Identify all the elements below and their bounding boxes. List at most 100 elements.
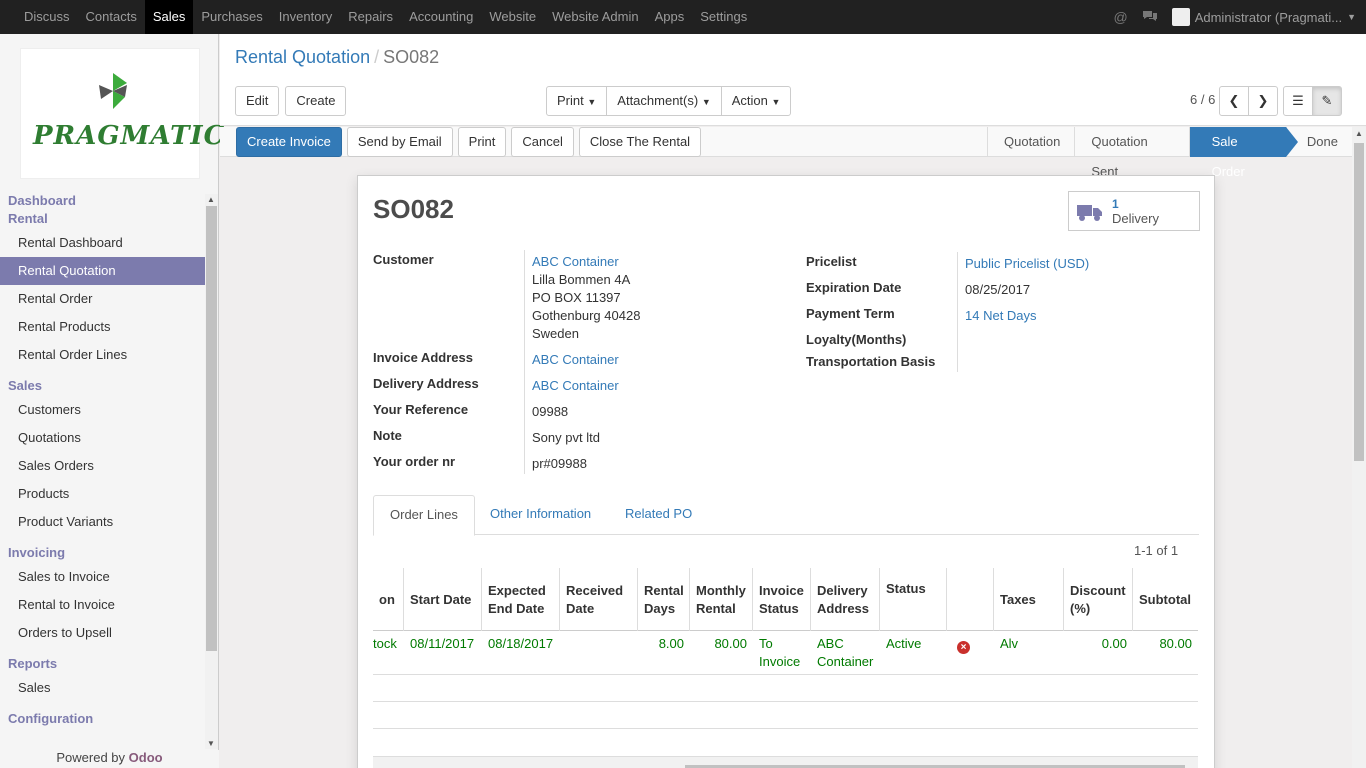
table-cell[interactable]: 8.00 (638, 631, 690, 675)
scroll-down-icon[interactable]: ▼ (207, 739, 215, 748)
breadcrumb-parent[interactable]: Rental Quotation (235, 47, 370, 67)
customer-link[interactable]: ABC Container (532, 254, 619, 269)
scrollbar-thumb[interactable] (1354, 143, 1364, 461)
sidebar-header-sales[interactable]: Sales (0, 378, 205, 393)
sidebar-header-rental[interactable]: Rental (0, 211, 205, 226)
create-button[interactable]: Create (285, 86, 347, 116)
sidebar-item-quotations[interactable]: Quotations (0, 424, 205, 452)
pricelist-link[interactable]: Public Pricelist (USD) (965, 256, 1089, 271)
create-invoice-button[interactable]: Create Invoice (236, 127, 342, 157)
sidebar-item-reports-sales[interactable]: Sales (0, 674, 205, 702)
powered-by-brand[interactable]: Odoo (129, 750, 163, 765)
menu-repairs[interactable]: Repairs (340, 0, 401, 34)
table-cell[interactable] (560, 631, 638, 675)
sidebar-item-product-variants[interactable]: Product Variants (0, 508, 205, 536)
table-cell[interactable]: tock (373, 631, 404, 675)
cancel-button[interactable]: Cancel (511, 127, 574, 157)
at-icon[interactable]: @ (1113, 9, 1127, 25)
column-header[interactable]: on (373, 568, 404, 631)
tab-related-po[interactable]: Related PO (609, 495, 708, 535)
stage-quotation[interactable]: Quotation (987, 127, 1074, 157)
edit-button[interactable]: Edit (235, 86, 280, 116)
column-header[interactable]: Delivery Address (811, 568, 880, 631)
sidebar-scrollbar[interactable]: ▲ ▼ (205, 194, 218, 749)
table-horizontal-scrollbar[interactable] (373, 756, 1198, 768)
payment-term-link[interactable]: 14 Net Days (965, 308, 1037, 323)
menu-purchases[interactable]: Purchases (193, 0, 270, 34)
delivery-address-link[interactable]: ABC Container (532, 378, 619, 393)
action-dropdown[interactable]: Action ▼ (720, 86, 792, 116)
menu-website-admin[interactable]: Website Admin (544, 0, 646, 34)
list-view-button[interactable]: ☰ (1283, 86, 1313, 116)
menu-contacts[interactable]: Contacts (78, 0, 145, 34)
table-cell[interactable]: 08/18/2017 (482, 631, 560, 675)
menu-apps[interactable]: Apps (647, 0, 693, 34)
sidebar-item-customers[interactable]: Customers (0, 396, 205, 424)
sidebar-item-orders-to-upsell[interactable]: Orders to Upsell (0, 619, 205, 647)
chat-icon[interactable] (1142, 9, 1158, 26)
sidebar-header-dashboard[interactable]: Dashboard (0, 193, 205, 208)
pager-next-button[interactable]: ❯ (1248, 86, 1278, 116)
table-cell[interactable]: Alv (994, 631, 1064, 675)
sidebar-header-reports[interactable]: Reports (0, 656, 205, 671)
sidebar-item-sales-orders[interactable]: Sales Orders (0, 452, 205, 480)
column-header[interactable]: Rental Days (638, 568, 690, 631)
scroll-up-icon[interactable]: ▲ (1355, 129, 1363, 138)
sidebar-item-products[interactable]: Products (0, 480, 205, 508)
sidebar-item-rental-quotation[interactable]: Rental Quotation (0, 257, 205, 285)
menu-sales[interactable]: Sales (144, 0, 194, 34)
form-view-button[interactable]: ✎ (1312, 86, 1342, 116)
invoice-address-link[interactable]: ABC Container (532, 352, 619, 367)
delete-line-cell[interactable]: × (947, 631, 994, 675)
customer-field[interactable]: ABC Container (532, 254, 619, 269)
table-cell[interactable]: To Invoice (753, 631, 811, 675)
column-header[interactable]: Invoice Status (753, 568, 811, 631)
scrollbar-thumb[interactable] (206, 206, 217, 651)
sidebar-item-rental-dashboard[interactable]: Rental Dashboard (0, 229, 205, 257)
sidebar-header-configuration[interactable]: Configuration (0, 711, 205, 726)
attachments-dropdown[interactable]: Attachment(s) ▼ (606, 86, 722, 116)
pager-previous-button[interactable]: ❮ (1219, 86, 1249, 116)
invoice-address-field[interactable]: ABC Container (532, 352, 619, 367)
tab-other-information[interactable]: Other Information (474, 495, 607, 535)
stage-sale-order[interactable]: Sale Order (1188, 127, 1299, 179)
user-menu[interactable]: Administrator (Pragmati... ▼ (1171, 8, 1356, 26)
menu-website[interactable]: Website (481, 0, 544, 34)
print-button[interactable]: Print (457, 127, 507, 157)
page-scrollbar[interactable]: ▲ (1352, 127, 1366, 768)
column-header[interactable]: Subtotal (1133, 568, 1198, 631)
sidebar-item-rental-order[interactable]: Rental Order (0, 285, 205, 313)
column-header[interactable]: Status (880, 568, 947, 631)
send-by-email-button[interactable]: Send by Email (346, 127, 453, 157)
expiration-date-field[interactable]: 08/25/2017 (965, 282, 1030, 297)
payment-term-field[interactable]: 14 Net Days (965, 308, 1037, 323)
remove-icon[interactable]: × (957, 641, 970, 654)
tab-order-lines[interactable]: Order Lines (373, 495, 475, 536)
table-cell[interactable]: Active (880, 631, 947, 675)
column-header[interactable]: Start Date (404, 568, 482, 631)
table-cell[interactable]: 0.00 (1064, 631, 1133, 675)
delivery-smart-button[interactable]: 1 Delivery (1068, 191, 1200, 231)
delivery-address-field[interactable]: ABC Container (532, 378, 619, 393)
menu-inventory[interactable]: Inventory (271, 0, 340, 34)
column-header[interactable]: Received Date (560, 568, 638, 631)
column-header[interactable]: Expected End Date (482, 568, 560, 631)
menu-accounting[interactable]: Accounting (401, 0, 481, 34)
column-header[interactable]: Taxes (994, 568, 1064, 631)
menu-discuss[interactable]: Discuss (16, 0, 78, 34)
print-dropdown[interactable]: Print ▼ (546, 86, 608, 116)
sidebar-item-rental-products[interactable]: Rental Products (0, 313, 205, 341)
menu-settings[interactable]: Settings (692, 0, 755, 34)
scroll-up-icon[interactable]: ▲ (207, 195, 215, 204)
sidebar-item-rental-to-invoice[interactable]: Rental to Invoice (0, 591, 205, 619)
sidebar-item-rental-order-lines[interactable]: Rental Order Lines (0, 341, 205, 369)
table-cell[interactable]: 80.00 (1133, 631, 1198, 675)
sidebar-header-invoicing[interactable]: Invoicing (0, 545, 205, 560)
stage-quotation-sent[interactable]: Quotation Sent (1074, 127, 1188, 179)
column-header[interactable]: Monthly Rental (690, 568, 753, 631)
note-field[interactable]: Sony pvt ltd (532, 430, 600, 445)
table-cell[interactable]: 80.00 (690, 631, 753, 675)
your-reference-field[interactable]: 09988 (532, 404, 568, 419)
table-cell[interactable]: ABC Container (811, 631, 880, 675)
your-order-field[interactable]: pr#09988 (532, 456, 587, 471)
